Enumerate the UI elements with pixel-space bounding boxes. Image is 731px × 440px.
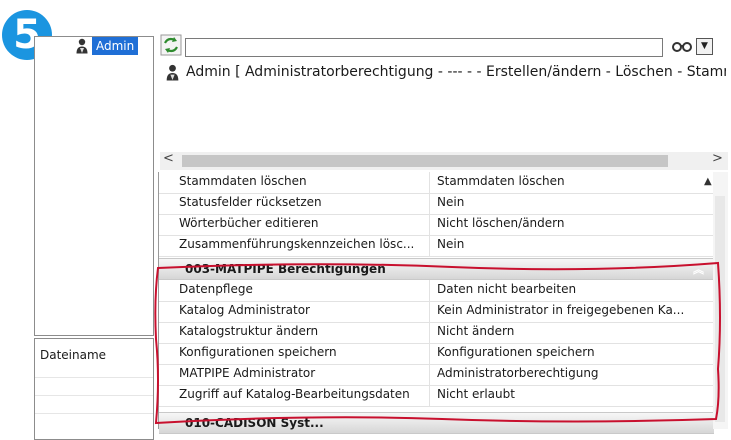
property-row[interactable]: Statusfelder rücksetzen Nein <box>159 193 714 215</box>
property-value[interactable]: Stammdaten löschen <box>437 174 709 188</box>
search-input[interactable] <box>185 38 663 57</box>
file-list-row[interactable] <box>35 377 153 396</box>
property-name: Wörterbücher editieren <box>179 216 319 230</box>
user-tree-pane[interactable] <box>34 36 154 336</box>
tree-item-admin[interactable]: Admin <box>92 37 139 55</box>
user-icon <box>76 38 88 54</box>
column-divider <box>429 172 430 193</box>
user-icon <box>166 64 179 81</box>
property-name: Statusfelder rücksetzen <box>179 195 322 209</box>
column-divider <box>429 235 430 256</box>
refresh-icon[interactable] <box>160 34 182 56</box>
chevron-down-icon[interactable]: ▼ <box>696 38 713 55</box>
binoculars-icon[interactable] <box>670 38 694 55</box>
property-value[interactable]: Nein <box>437 195 709 209</box>
property-value[interactable]: Nein <box>437 237 709 251</box>
user-permission-summary: Admin [ Administratorberechtigung - --- … <box>186 64 726 80</box>
property-row[interactable]: Stammdaten löschen Stammdaten löschen <box>159 172 714 194</box>
property-row[interactable]: Wörterbücher editieren Nicht löschen/änd… <box>159 214 714 236</box>
red-highlight-annotation <box>154 261 721 425</box>
scroll-up-icon[interactable]: ▲ <box>704 176 712 187</box>
file-list-row[interactable] <box>35 395 153 414</box>
property-value[interactable]: Nicht löschen/ändern <box>437 216 709 230</box>
column-divider <box>429 193 430 214</box>
column-divider <box>429 214 430 235</box>
property-row[interactable]: Zusammenführungskennzeichen lösc... Nein <box>159 235 714 257</box>
scroll-right-icon[interactable]: > <box>712 151 723 166</box>
column-header-dateiname[interactable]: Dateiname <box>40 348 106 362</box>
property-name: Zusammenführungskennzeichen lösc... <box>179 237 415 251</box>
horizontal-scrollbar-thumb[interactable] <box>182 155 668 167</box>
file-list-row[interactable] <box>35 413 153 432</box>
scroll-left-icon[interactable]: < <box>163 151 174 166</box>
property-name: Stammdaten löschen <box>179 174 307 188</box>
